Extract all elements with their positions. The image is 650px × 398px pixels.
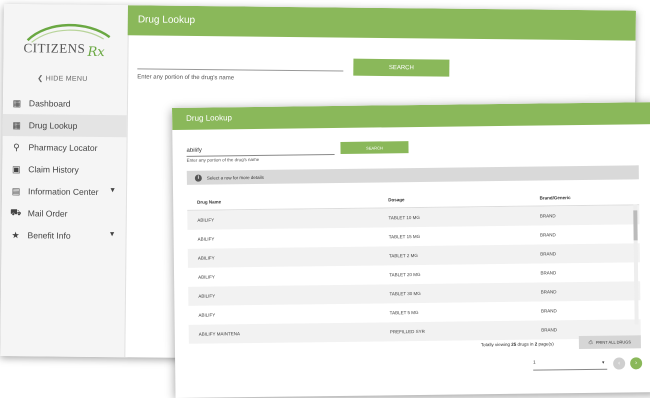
cell-brand-generic: BRAND xyxy=(540,270,557,276)
cell-dosage: TABLET 30 MG xyxy=(389,290,421,297)
hide-menu-link[interactable]: ❮ HIDE MENU xyxy=(37,74,87,83)
column-header-drug-name[interactable]: Drug Name xyxy=(187,197,388,204)
sidebar-item-label: Mail Order xyxy=(27,208,68,219)
print-label: PRINT ALL DRUGS xyxy=(595,339,632,345)
printer-icon: ⎙ xyxy=(588,339,593,346)
info-bar: i Select a row for more details xyxy=(186,165,639,185)
table-body: ABILIFY TABLET 10 MG BRAND ABILIFY TABLE… xyxy=(187,205,641,344)
sidebar-item-benefit-info[interactable]: ★ Benefit Info ▼ xyxy=(1,224,125,247)
next-page-button[interactable]: › xyxy=(630,357,643,370)
sidebar: CITIZENS Rx ❮ HIDE MENU ▦ Dashboard ▦ Dr… xyxy=(0,4,129,358)
cell-drug-name: ABILIFY xyxy=(198,312,216,318)
cell-dosage: TABLET 20 MG xyxy=(389,271,421,278)
citizens-rx-logo: CITIZENS Rx xyxy=(17,18,117,65)
info-text: Select a row for more details xyxy=(206,174,264,181)
logo-rx: Rx xyxy=(87,44,105,61)
cell-drug-name: ABILIFY xyxy=(198,293,216,299)
results-summary: Totally viewing 25 drugs in 2 page(s) xyxy=(481,341,554,347)
cell-brand-generic: BRAND xyxy=(540,308,557,314)
pill-icon: ▦ xyxy=(12,119,22,130)
caret-down-icon: ▼ xyxy=(601,359,606,365)
sidebar-item-pharmacy-locator[interactable]: ⚲ Pharmacy Locator xyxy=(2,136,126,159)
claim-icon: ▣ xyxy=(11,163,21,174)
previous-page-button[interactable]: ‹ xyxy=(613,357,626,370)
cell-dosage: TABLET 5 MG xyxy=(389,310,419,316)
search-button[interactable]: SEARCH xyxy=(340,141,409,154)
sidebar-item-label: Claim History xyxy=(28,164,79,175)
cell-drug-name: ABILIFY MAINTENA xyxy=(198,331,240,337)
sidebar-item-information-center[interactable]: ▤ Information Center ▼ xyxy=(2,180,126,203)
sidebar-nav: ▦ Dashboard ▦ Drug Lookup ⚲ Pharmacy Loc… xyxy=(1,92,127,247)
drug-search-input[interactable] xyxy=(186,143,335,157)
truck-icon: ⛟ xyxy=(10,207,22,218)
sidebar-item-claim-history[interactable]: ▣ Claim History xyxy=(2,158,126,181)
summary-prefix: Totally viewing xyxy=(480,341,512,348)
scrollbar-thumb[interactable] xyxy=(633,210,638,241)
cell-brand-generic: BRAND xyxy=(540,251,557,257)
logo-text: CITIZENS xyxy=(23,40,86,56)
column-header-brand-generic[interactable]: Brand/Generic xyxy=(540,194,640,200)
cell-brand-generic: BRAND xyxy=(539,213,556,219)
chevron-down-icon: ▼ xyxy=(109,187,117,195)
column-header-dosage[interactable]: Dosage xyxy=(388,195,539,202)
drug-search-input[interactable] xyxy=(137,67,344,72)
cell-dosage: TABLET 2 MG xyxy=(388,253,418,259)
page-title: Drug Lookup xyxy=(186,113,232,123)
sidebar-item-label: Benefit Info xyxy=(27,230,71,241)
summary-suffix: page(s) xyxy=(537,341,554,347)
location-pin-icon: ⚲ xyxy=(13,141,20,152)
page-select-value: 1 xyxy=(533,359,536,365)
cell-brand-generic: BRAND xyxy=(540,289,557,295)
drug-results-table: Drug Name Dosage Brand/Generic ABILIFY T… xyxy=(187,188,641,344)
foreground-app-window: Drug Lookup Enter any portion of the dru… xyxy=(172,102,650,398)
page-select[interactable]: 1 ▼ xyxy=(533,358,608,371)
page-title: Drug Lookup xyxy=(137,14,196,27)
sidebar-item-drug-lookup[interactable]: ▦ Drug Lookup xyxy=(2,113,127,138)
star-icon: ★ xyxy=(11,229,20,240)
chevron-left-icon: ‹ xyxy=(618,360,621,367)
chevron-right-icon: › xyxy=(635,360,638,367)
cell-drug-name: ABILIFY xyxy=(197,217,215,223)
cell-dosage: PREFILLED SYR xyxy=(389,328,425,335)
dashboard-icon: ▦ xyxy=(12,97,22,108)
sidebar-item-label: Pharmacy Locator xyxy=(28,142,98,153)
cell-drug-name: ABILIFY xyxy=(197,236,215,242)
sidebar-item-label: Dashboard xyxy=(28,98,71,109)
sidebar-item-label: Drug Lookup xyxy=(28,120,78,131)
cell-dosage: TABLET 15 MG xyxy=(388,233,421,240)
cell-brand-generic: BRAND xyxy=(540,232,556,238)
search-hint: Enter any portion of the drug's name xyxy=(186,156,260,163)
info-grid-icon: ▤ xyxy=(11,185,21,196)
print-all-drugs-button[interactable]: ⎙ PRINT ALL DRUGS xyxy=(578,335,641,350)
sidebar-item-label: Information Center xyxy=(27,186,99,197)
info-icon: i xyxy=(194,174,202,182)
page-header: Drug Lookup xyxy=(127,5,636,41)
hide-menu-label: HIDE MENU xyxy=(45,75,88,83)
sidebar-item-mail-order[interactable]: ⛟ Mail Order xyxy=(2,202,126,225)
cell-dosage: TABLET 10 MG xyxy=(388,214,420,221)
search-hint: Enter any portion of the drug's name xyxy=(137,74,235,82)
page-header: Drug Lookup xyxy=(172,102,650,130)
summary-mid: drugs in xyxy=(516,341,535,347)
chevron-down-icon: ▼ xyxy=(108,231,116,239)
sidebar-item-dashboard[interactable]: ▦ Dashboard xyxy=(3,92,127,115)
cell-drug-name: ABILIFY xyxy=(198,274,215,280)
cell-drug-name: ABILIFY xyxy=(197,255,215,261)
search-button[interactable]: SEARCH xyxy=(353,58,450,77)
cell-brand-generic: BRAND xyxy=(541,327,557,333)
